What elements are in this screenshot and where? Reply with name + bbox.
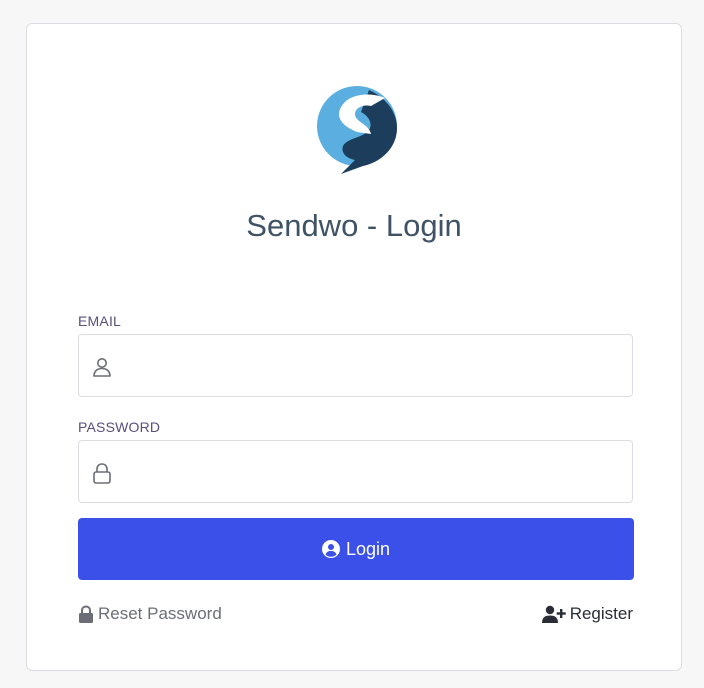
- sendwo-logo: [317, 86, 397, 174]
- reset-password-label: Reset Password: [98, 604, 222, 623]
- lock-solid-icon: [79, 605, 93, 623]
- login-button[interactable]: Login: [78, 518, 634, 580]
- login-button-label: Login: [345, 538, 391, 559]
- password-input[interactable]: [127, 441, 626, 504]
- register-link[interactable]: Register: [541, 604, 633, 624]
- email-label: EMAIL: [78, 313, 122, 329]
- user-icon: [93, 358, 111, 377]
- page-title: Sendwo - Login: [246, 208, 462, 243]
- lock-icon: [93, 463, 111, 484]
- password-label: PASSWORD: [78, 419, 161, 435]
- user-circle-icon: [321, 540, 340, 558]
- user-plus-icon: [541, 605, 566, 623]
- register-label: Register: [569, 604, 633, 623]
- email-input[interactable]: [127, 335, 626, 398]
- password-field-container: [78, 440, 633, 504]
- login-card: Sendwo - Login EMAIL PASSWORD Login Rese…: [26, 23, 682, 671]
- reset-password-link[interactable]: Reset Password: [78, 604, 222, 624]
- email-field-container: [78, 334, 633, 398]
